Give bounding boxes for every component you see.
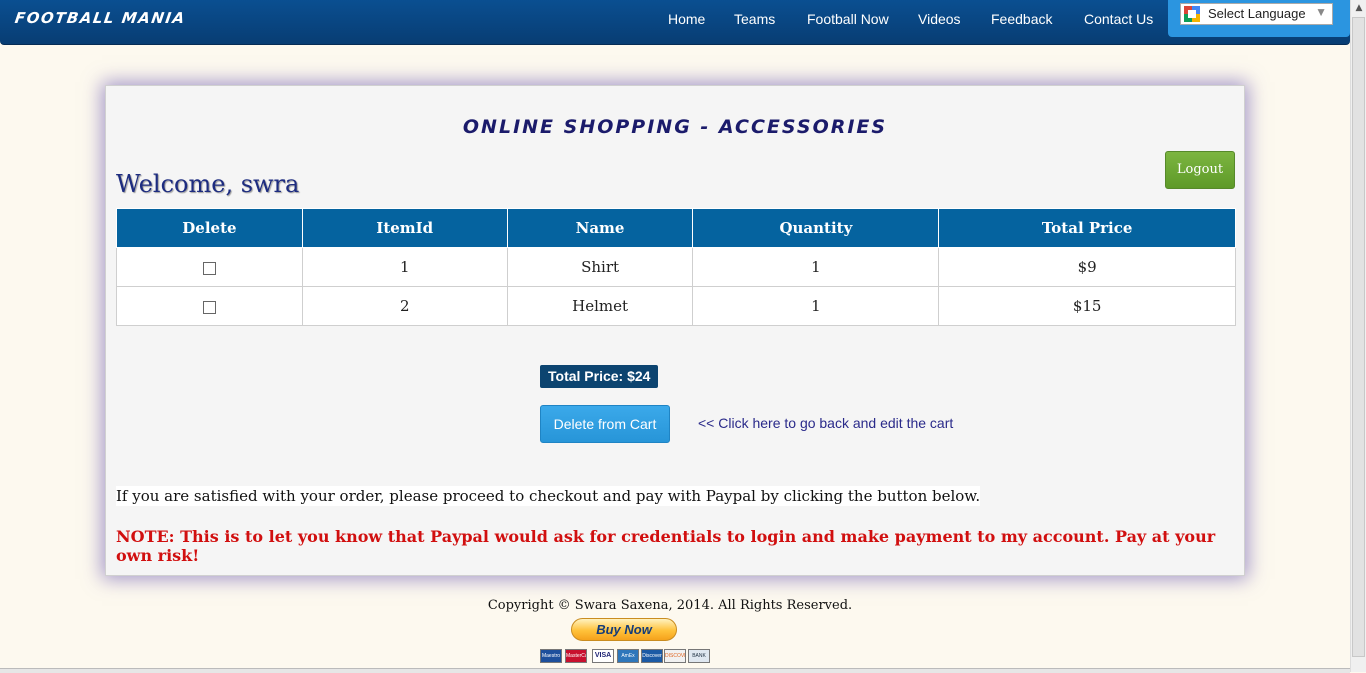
delete-checkbox[interactable] <box>202 261 216 275</box>
page-title: ONLINE SHOPPING - ACCESSORIES <box>462 116 888 138</box>
google-translate-icon <box>1184 6 1200 22</box>
window-bottom-edge <box>0 668 1350 673</box>
amex-card-icon: AmEx <box>617 649 639 663</box>
cart-header-row: Delete ItemId Name Quantity Total Price <box>116 208 1236 248</box>
nav-videos[interactable]: Videos <box>918 11 961 27</box>
table-row: 2 Helmet 1 $15 <box>116 286 1236 326</box>
delete-from-cart-button[interactable]: Delete from Cart <box>540 405 670 443</box>
dropdown-arrow-icon: ▼ <box>1315 5 1327 19</box>
maestro-card-icon: Maestro <box>540 649 562 663</box>
logout-button[interactable]: Logout <box>1165 151 1235 189</box>
discover-network-card-icon: Discover <box>641 649 663 663</box>
delete-cell <box>116 247 303 287</box>
scroll-thumb[interactable] <box>1352 17 1365 657</box>
column-header-name: Name <box>506 208 694 248</box>
discover-card-icon: DISCOVER <box>664 649 686 663</box>
item-id-cell: 1 <box>301 247 508 287</box>
brand-logo[interactable]: FOOTBALL MANIA <box>14 9 187 27</box>
edit-cart-link[interactable]: << Click here to go back and edit the ca… <box>698 415 953 431</box>
nav-home[interactable]: Home <box>668 11 705 27</box>
table-row: 1 Shirt 1 $9 <box>116 247 1236 287</box>
delete-cell <box>116 286 303 326</box>
delete-checkbox[interactable] <box>202 300 216 314</box>
vertical-scrollbar[interactable]: ▲ <box>1350 0 1366 672</box>
bank-card-icon: BANK <box>688 649 710 663</box>
cart-table: Delete ItemId Name Quantity Total Price … <box>116 208 1236 326</box>
language-select[interactable]: Select Language ▼ <box>1180 3 1333 25</box>
quantity-cell: 1 <box>692 286 940 326</box>
shopping-panel: ONLINE SHOPPING - ACCESSORIES Logout Wel… <box>105 85 1245 576</box>
language-widget: Select Language ▼ <box>1168 0 1350 37</box>
visa-card-icon: VISA <box>592 649 614 663</box>
language-select-label: Select Language <box>1208 6 1306 21</box>
paypal-warning-note: NOTE: This is to let you know that Paypa… <box>116 527 1216 565</box>
welcome-heading: Welcome, swra <box>116 170 300 198</box>
column-header-delete: Delete <box>116 208 303 248</box>
column-header-itemid: ItemId <box>301 208 508 248</box>
item-name-cell: Shirt <box>506 247 694 287</box>
copyright-text: Copyright © Swara Saxena, 2014. All Righ… <box>487 598 853 613</box>
quantity-cell: 1 <box>692 247 940 287</box>
scroll-up-arrow-icon[interactable]: ▲ <box>1351 0 1366 16</box>
column-header-total-price: Total Price <box>938 208 1236 248</box>
item-name-cell: Helmet <box>506 286 694 326</box>
paypal-buy-now-button[interactable]: Buy Now <box>571 618 677 641</box>
column-header-quantity: Quantity <box>692 208 940 248</box>
nav-feedback[interactable]: Feedback <box>991 11 1052 27</box>
checkout-instructions: If you are satisfied with your order, pl… <box>116 486 981 506</box>
total-price-cell: $9 <box>938 247 1236 287</box>
mastercard-card-icon: MasterCard <box>565 649 587 663</box>
total-price-badge: Total Price: $24 <box>540 365 659 388</box>
nav-contact-us[interactable]: Contact Us <box>1084 11 1153 27</box>
top-navbar: FOOTBALL MANIA Home Teams Football Now V… <box>0 0 1350 45</box>
nav-football-now[interactable]: Football Now <box>807 11 889 27</box>
nav-teams[interactable]: Teams <box>734 11 775 27</box>
item-id-cell: 2 <box>301 286 508 326</box>
total-price-cell: $15 <box>938 286 1236 326</box>
